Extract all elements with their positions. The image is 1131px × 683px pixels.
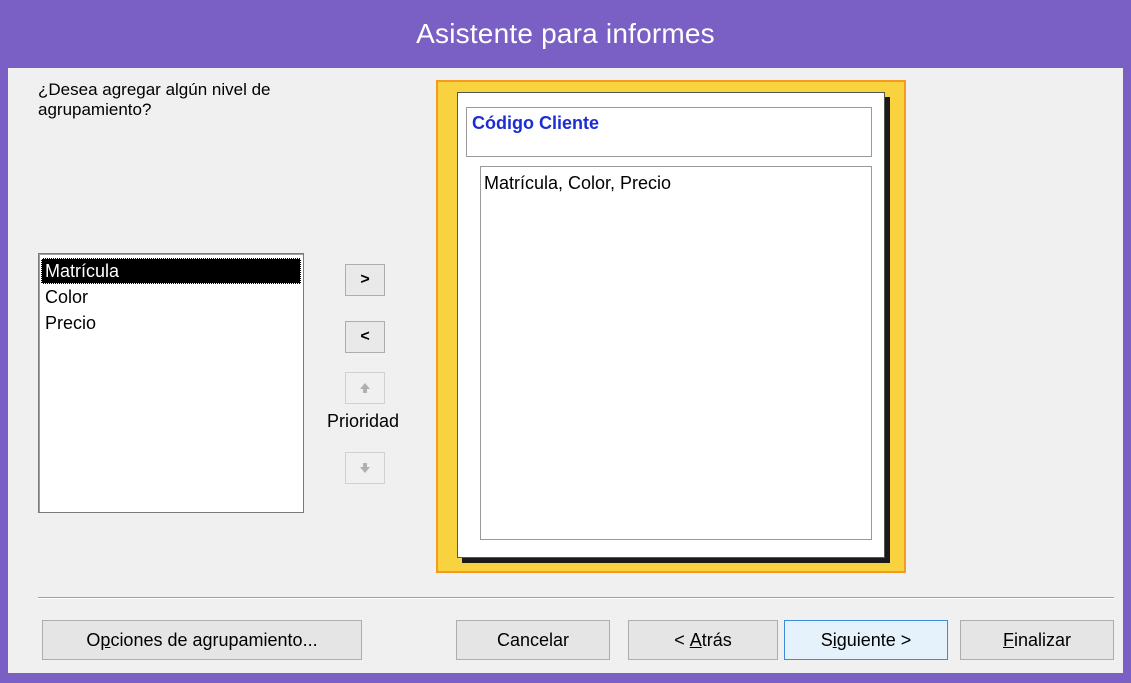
up-arrow-icon	[360, 383, 370, 393]
cancel-button[interactable]: Cancelar	[456, 620, 610, 660]
grouping-options-button[interactable]: Op ciones de agrupamiento...	[42, 620, 362, 660]
remove-grouping-button[interactable]: <	[345, 321, 385, 353]
list-item[interactable]: Precio	[41, 310, 301, 336]
available-fields-list[interactable]: Matrícula Color Precio	[38, 253, 304, 513]
list-item[interactable]: Color	[41, 284, 301, 310]
window-title: Asistente para informes	[416, 18, 715, 49]
wizard-body: ¿Desea agregar algún nivel de agrupamien…	[8, 68, 1123, 673]
preview-page: Código Cliente Matrícula, Color, Precio	[457, 92, 885, 558]
report-preview: Código Cliente Matrícula, Color, Precio	[436, 80, 906, 573]
report-wizard-window: Asistente para informes ¿Desea agregar a…	[0, 0, 1131, 683]
add-grouping-button[interactable]: >	[345, 264, 385, 296]
group-header-box: Código Cliente	[466, 107, 872, 157]
priority-down-button[interactable]	[345, 452, 385, 484]
priority-up-button[interactable]	[345, 372, 385, 404]
back-button[interactable]: < Atrás	[628, 620, 778, 660]
down-arrow-icon	[360, 463, 370, 473]
list-item[interactable]: Matrícula	[41, 258, 301, 284]
detail-fields-box: Matrícula, Color, Precio	[480, 166, 872, 540]
next-button[interactable]: Si guiente >	[784, 620, 948, 660]
priority-label: Prioridad	[326, 411, 400, 431]
grouping-prompt: ¿Desea agregar algún nivel de agrupamien…	[38, 80, 271, 119]
divider	[38, 597, 1114, 599]
finish-button[interactable]: Finalizar	[960, 620, 1114, 660]
